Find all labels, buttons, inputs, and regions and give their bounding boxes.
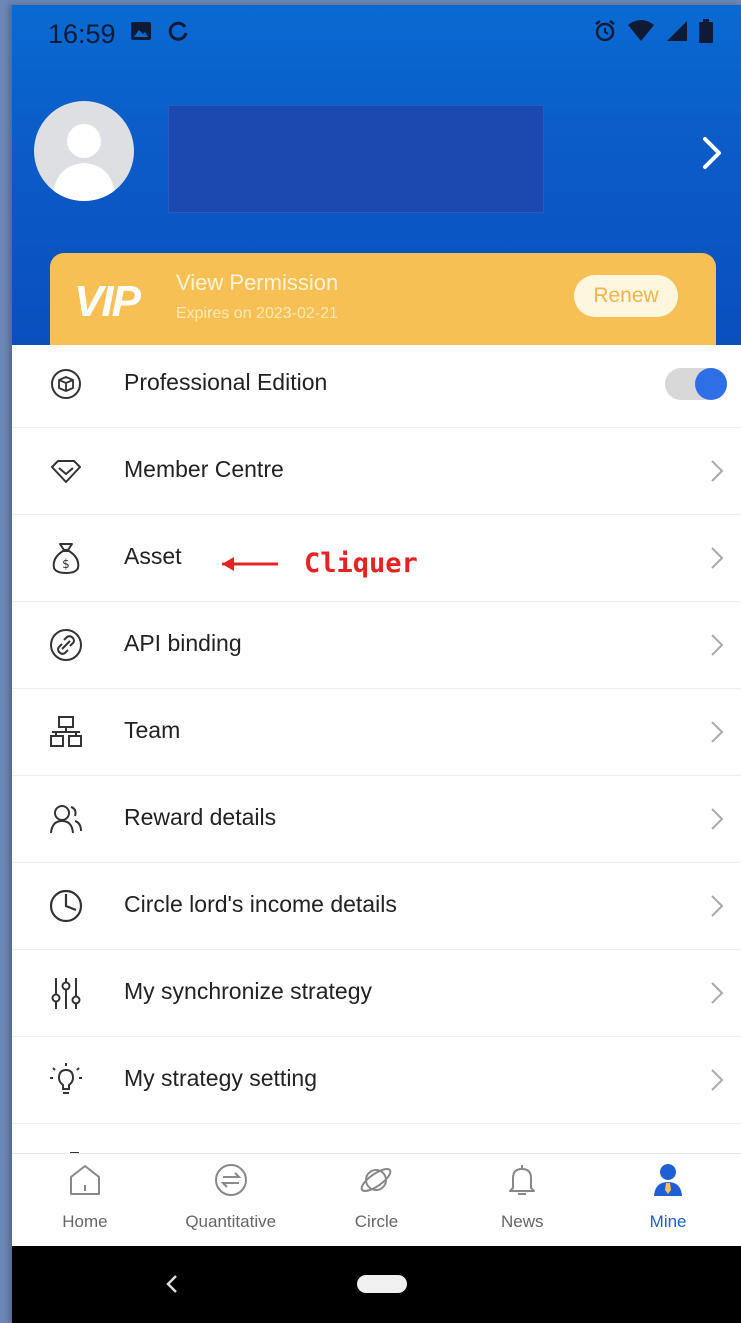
sliders-icon xyxy=(51,978,81,1009)
tab-circle[interactable]: Circle xyxy=(304,1154,450,1247)
arrow-left-icon xyxy=(222,556,278,571)
back-icon[interactable] xyxy=(162,1270,182,1298)
menu-item-reward-details[interactable]: Reward details xyxy=(12,776,741,863)
username-redacted[interactable] xyxy=(168,105,544,213)
money-bag-icon: $ xyxy=(52,543,80,574)
planet-icon xyxy=(361,1168,392,1192)
users-icon xyxy=(50,805,82,834)
avatar[interactable] xyxy=(34,101,134,201)
menu-item-team[interactable]: Team xyxy=(12,689,741,776)
vip-expiry: Expires on 2023-02-21 xyxy=(176,305,338,322)
chevron-right-icon xyxy=(711,982,724,1004)
menu-item-my-strategy-setting[interactable]: My strategy setting xyxy=(12,1037,741,1124)
menu-item-my-synchronize-strategy[interactable]: My synchronize strategy xyxy=(12,950,741,1037)
menu-item-label: My synchronize strategy xyxy=(124,978,372,1004)
click-annotation: Cliquer xyxy=(220,548,418,579)
chevron-right-icon xyxy=(711,634,724,656)
house-icon xyxy=(69,1165,100,1195)
lightbulb-icon xyxy=(50,1063,82,1094)
phone-screen: 16:59 VIP View Permission Expires on 202… xyxy=(12,5,741,1323)
menu-item-label: My strategy setting xyxy=(124,1065,318,1091)
vip-card[interactable]: VIP View Permission Expires on 2023-02-2… xyxy=(50,253,716,345)
chevron-right-icon xyxy=(711,460,724,482)
org-chart-icon xyxy=(50,716,82,747)
menu-list: Professional Edition Member Centre $ Ass… xyxy=(12,341,741,1211)
sync-icon xyxy=(168,21,188,41)
menu-item-api-binding[interactable]: API binding xyxy=(12,602,741,689)
pie-chart-icon xyxy=(49,889,83,923)
tab-quantitative[interactable]: Quantitative xyxy=(158,1154,304,1247)
menu-item-circle-lord-income[interactable]: Circle lord's income details xyxy=(12,863,741,950)
bottom-tab-bar: Home Quantitative Circle News Mine xyxy=(12,1153,741,1247)
tab-label: Quantitative xyxy=(185,1212,277,1231)
chevron-right-icon xyxy=(711,721,724,743)
menu-item-label: Team xyxy=(124,717,181,743)
renew-button[interactable]: Renew xyxy=(574,275,678,317)
system-nav-bar xyxy=(12,1246,741,1323)
chevron-right-icon xyxy=(711,1069,724,1091)
svg-text:$: $ xyxy=(62,557,70,571)
wifi-icon xyxy=(628,20,654,41)
menu-item-label: API binding xyxy=(124,630,242,656)
menu-item-label: Asset xyxy=(124,543,182,569)
battery-icon xyxy=(699,19,713,43)
chevron-right-icon xyxy=(711,895,724,917)
menu-item-label: Reward details xyxy=(124,804,277,830)
professional-edition-toggle[interactable] xyxy=(665,368,727,400)
tab-label: Circle xyxy=(354,1212,399,1231)
link-icon xyxy=(50,629,82,661)
bell-icon xyxy=(509,1165,536,1195)
tab-label: Mine xyxy=(649,1212,687,1231)
default-avatar-icon xyxy=(52,124,116,201)
profile-chevron-right-icon[interactable] xyxy=(697,133,727,173)
person-icon xyxy=(654,1164,683,1196)
tab-label: Home xyxy=(62,1212,108,1231)
menu-item-label: Member Centre xyxy=(124,456,284,482)
home-pill-button[interactable] xyxy=(357,1275,407,1293)
cube-icon xyxy=(51,369,81,399)
vip-title: View Permission xyxy=(176,270,339,295)
tab-home[interactable]: Home xyxy=(12,1154,158,1247)
alarm-icon xyxy=(595,20,615,42)
menu-item-label: Circle lord's income details xyxy=(124,891,397,917)
annotation-text: Cliquer xyxy=(304,548,418,579)
menu-item-professional-edition[interactable]: Professional Edition xyxy=(12,341,741,428)
status-time: 16:59 xyxy=(48,19,116,49)
tab-label: News xyxy=(501,1212,544,1231)
chevron-right-icon xyxy=(711,808,724,830)
image-icon xyxy=(131,22,151,40)
chevron-right-icon xyxy=(711,547,724,569)
toggle-knob xyxy=(695,368,727,400)
exchange-icon xyxy=(214,1164,247,1196)
tab-news[interactable]: News xyxy=(449,1154,595,1247)
diamond-icon xyxy=(51,460,81,483)
status-bar: 16:59 xyxy=(12,5,741,61)
vip-logo: VIP xyxy=(74,277,141,326)
signal-icon xyxy=(667,21,687,41)
tab-mine[interactable]: Mine xyxy=(595,1154,741,1247)
menu-item-member-centre[interactable]: Member Centre xyxy=(12,428,741,515)
menu-item-label: Professional Edition xyxy=(124,369,328,395)
